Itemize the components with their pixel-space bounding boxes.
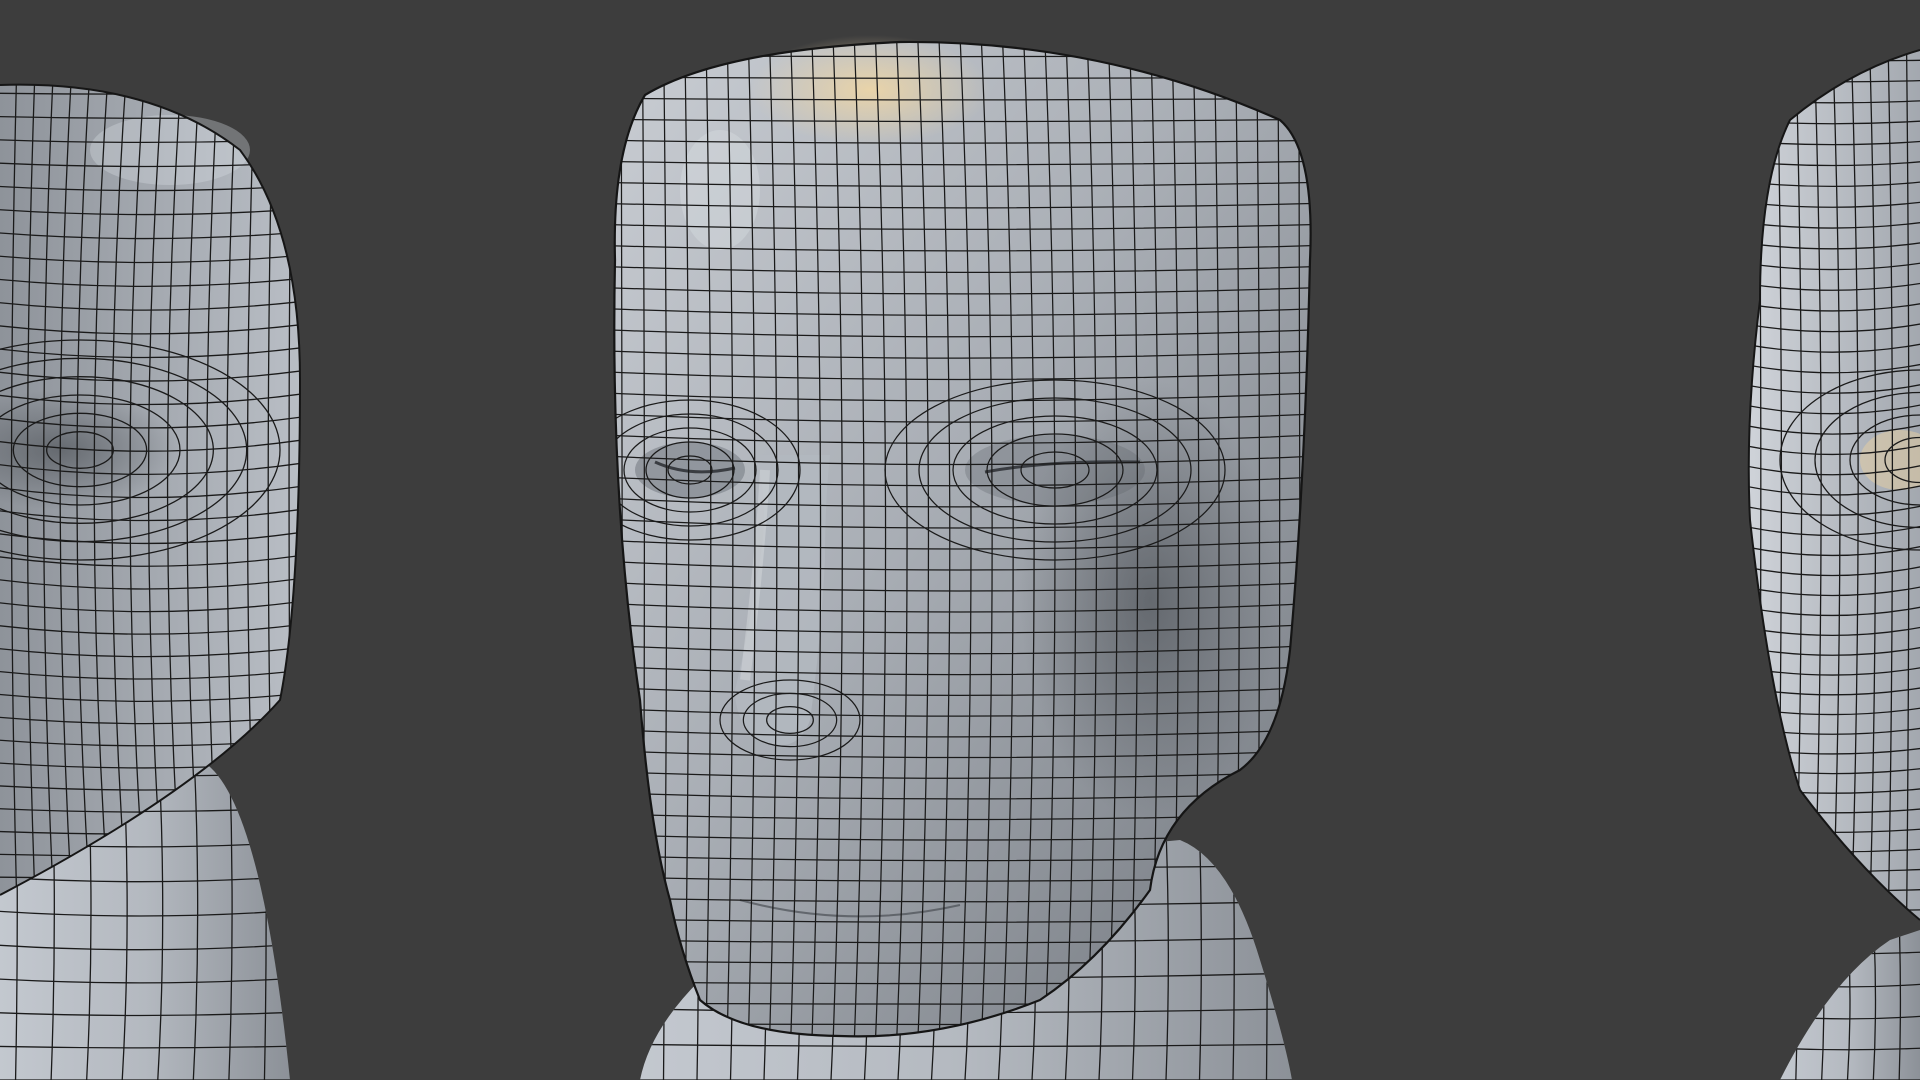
viewport-scene[interactable]	[0, 0, 1920, 1080]
3d-viewport[interactable]	[0, 0, 1920, 1080]
